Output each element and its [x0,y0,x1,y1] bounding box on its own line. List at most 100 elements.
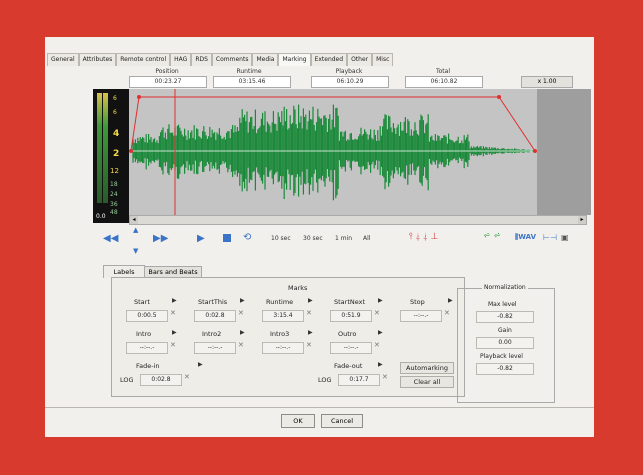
up-icon[interactable]: ▲ [133,226,138,234]
tab-hag[interactable]: HAG [170,53,192,66]
stop-play-icon[interactable]: ▶ [448,297,453,304]
fadeout-play-icon[interactable]: ▶ [378,361,383,368]
outro-label: Outro [338,330,357,338]
marks-panel: Marks Start ▶ 0:00.5 ✕ StartThis ▶ 0:02.… [111,277,465,397]
tab-media[interactable]: Media [252,53,279,66]
intro-clear-icon[interactable]: ✕ [170,341,176,349]
playback-level-value[interactable]: -0.82 [476,363,534,375]
meter-bar-left [97,93,102,203]
playback-level-label: Playback level [480,353,523,360]
tab-misc[interactable]: Misc [372,53,394,66]
intro-value[interactable]: --:--.- [126,342,168,354]
tab-bar: General Attributes Remote control HAG RD… [47,53,394,66]
outro-value[interactable]: --:--.- [330,342,372,354]
start-label: Start [134,298,150,306]
normalization-panel: Normalization Max level -0.82 Gain 0.00 … [457,284,555,403]
all-button[interactable]: All [363,234,370,244]
fadein-value[interactable]: 0:02.8 [140,374,182,386]
tab-rds[interactable]: RDS [191,53,212,66]
startthis-play-icon[interactable]: ▶ [240,297,245,304]
scale-label: 18 [110,181,118,188]
outro-clear-icon[interactable]: ✕ [374,341,380,349]
tab-comments[interactable]: Comments [211,53,253,66]
intro3-play-icon[interactable]: ▶ [308,329,313,336]
waveform-scrollbar[interactable]: ◂ ▸ [129,215,587,225]
outro-play-icon[interactable]: ▶ [378,329,383,336]
play-icon[interactable]: ▶ [197,233,205,244]
marker-icons[interactable]: ⩫ ⩫ [483,231,501,241]
runtime-play-icon[interactable]: ▶ [308,297,313,304]
startthis-value[interactable]: 0:02.8 [194,310,236,322]
tab-remote-control[interactable]: Remote control [116,53,171,66]
fadeout-clear-icon[interactable]: ✕ [382,373,388,381]
envelope-point[interactable] [137,95,141,99]
runtime-label: Runtime [266,298,294,306]
playback-display: 06:10.29 [311,76,389,88]
startnext-play-icon[interactable]: ▶ [378,297,383,304]
automarking-button[interactable]: Automarking [400,362,454,374]
loop-icon[interactable]: ⟲ [243,232,251,243]
envelope-point[interactable] [129,149,133,153]
start-clear-icon[interactable]: ✕ [170,309,176,317]
runtime-display: 03:15.46 [213,76,291,88]
fadeout-label: Fade-out [334,362,363,370]
startnext-label: StartNext [334,298,366,306]
runtime-clear-icon[interactable]: ✕ [306,309,312,317]
tab-general[interactable]: General [47,53,79,66]
stop-icon[interactable] [223,234,231,242]
start-play-icon[interactable]: ▶ [172,297,177,304]
meter-bar-right [103,93,108,203]
ten-seconds-button[interactable]: 10 sec [271,234,291,244]
stop-value[interactable]: --:--.- [400,310,442,322]
marks-title: Marks [288,284,308,292]
start-value[interactable]: 0:00.5 [126,310,168,322]
startthis-clear-icon[interactable]: ✕ [238,309,244,317]
intro2-play-icon[interactable]: ▶ [240,329,245,336]
fadeout-value[interactable]: 0:17.7 [338,374,380,386]
clear-all-button[interactable]: Clear all [400,376,454,388]
save-icon[interactable]: ▣ [561,233,569,242]
runtime-value[interactable]: 3:15.4 [262,310,304,322]
tab-extended[interactable]: Extended [310,53,348,66]
scale-label: 24 [110,191,118,198]
stop-clear-icon[interactable]: ✕ [444,309,450,317]
scale-label: 2 [113,149,120,159]
marker-icons[interactable]: ⊢⊣ [543,233,557,242]
tab-marking[interactable]: Marking [278,53,311,66]
intro3-value[interactable]: --:--.- [262,342,304,354]
tab-attributes[interactable]: Attributes [78,53,117,66]
intro-label: Intro [136,330,152,338]
fadein-play-icon[interactable]: ▶ [198,361,203,368]
intro-play-icon[interactable]: ▶ [172,329,177,336]
tab-other[interactable]: Other [347,53,373,66]
one-minute-button[interactable]: 1 min [335,234,352,244]
envelope-point[interactable] [497,95,501,99]
intro2-value[interactable]: --:--.- [194,342,236,354]
max-level-label: Max level [488,301,517,308]
gain-value[interactable]: 0.00 [476,337,534,349]
fast-forward-icon[interactable]: ▶▶ [153,233,168,244]
marker-icons[interactable]: ⫯ ⸸ ⸸ ⊥ [409,232,438,242]
intro3-clear-icon[interactable]: ✕ [306,341,312,349]
scroll-left-icon[interactable]: ◂ [130,216,138,224]
waveform-display[interactable] [129,89,591,215]
down-icon[interactable]: ▼ [133,247,138,255]
startnext-clear-icon[interactable]: ✕ [374,309,380,317]
scroll-right-icon[interactable]: ▸ [578,216,586,224]
waveform-icon[interactable]: ⫼WAV [515,233,536,242]
rewind-icon[interactable]: ◀◀ [103,233,118,244]
waveform-outside-region [537,89,591,215]
max-level-value[interactable]: -0.82 [476,311,534,323]
intro3-label: Intro3 [270,330,290,338]
startnext-value[interactable]: 0:51.9 [330,310,372,322]
ok-button[interactable]: OK [281,414,315,428]
thirty-seconds-button[interactable]: 30 sec [303,234,323,244]
position-header: Position [155,68,179,75]
total-header: Total [435,68,450,75]
intro2-clear-icon[interactable]: ✕ [238,341,244,349]
total-display: 06:10.82 [405,76,483,88]
zoom-display[interactable]: x 1.00 [521,76,573,88]
cancel-button[interactable]: Cancel [321,414,363,428]
fadein-clear-icon[interactable]: ✕ [184,373,190,381]
envelope-point[interactable] [533,149,537,153]
